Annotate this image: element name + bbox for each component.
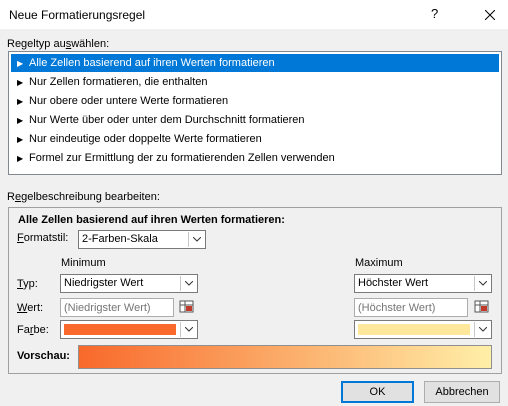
max-value-field[interactable] — [354, 298, 468, 317]
max-type-value: Höchster Wert — [358, 277, 429, 289]
triangle-right-icon: ▶ — [17, 154, 24, 163]
description-section-label: Regelbeschreibung bearbeiten: — [7, 191, 160, 203]
chevron-down-icon — [479, 327, 487, 332]
dropdown-arrow[interactable] — [474, 322, 490, 337]
ruletype-list[interactable]: ▶ Alle Zellen basierend auf ihren Werten … — [8, 51, 502, 175]
dropdown-arrow[interactable] — [180, 276, 196, 291]
ruletype-item[interactable]: ▶ Formel zur Ermittlung der zu formatiere… — [11, 149, 499, 167]
format-style-value: 2-Farben-Skala — [82, 233, 158, 245]
max-range-picker-button[interactable] — [473, 298, 491, 317]
min-type-value: Niedrigster Wert — [64, 277, 144, 289]
title-bar: Neue Formatierungsregel ? — [0, 0, 508, 30]
max-color-dropdown[interactable] — [354, 320, 492, 339]
range-picker-icon — [474, 300, 489, 313]
min-range-picker-button[interactable] — [178, 298, 196, 317]
dropdown-arrow[interactable] — [474, 276, 490, 291]
min-color-swatch — [64, 324, 176, 335]
format-style-label: Formatstil: — [17, 232, 69, 244]
type-label: Typ: — [17, 278, 38, 290]
min-color-dropdown[interactable] — [60, 320, 198, 339]
ok-button[interactable]: OK — [341, 381, 414, 403]
help-button[interactable]: ? — [431, 6, 438, 21]
rule-description-panel: Alle Zellen basierend auf ihren Werten f… — [8, 207, 502, 374]
new-formatting-rule-dialog: Neue Formatierungsregel ? Regeltyp auswä… — [0, 0, 508, 406]
maximum-header: Maximum — [355, 257, 403, 269]
ruletype-item[interactable]: ▶ Nur Zellen formatieren, die enthalten — [11, 73, 499, 91]
min-value-field[interactable] — [60, 298, 174, 317]
max-type-dropdown[interactable]: Höchster Wert — [354, 274, 492, 293]
ruletype-item[interactable]: ▶ Nur Werte über oder unter dem Durchschn… — [11, 111, 499, 129]
max-color-swatch — [358, 324, 470, 335]
window-title: Neue Formatierungsregel — [9, 8, 146, 22]
preview-gradient — [78, 345, 492, 369]
format-style-dropdown[interactable]: 2-Farben-Skala — [78, 230, 206, 249]
close-button[interactable] — [478, 4, 502, 26]
min-value-input[interactable] — [61, 299, 173, 316]
close-icon — [485, 10, 495, 20]
chevron-down-icon — [193, 237, 201, 242]
dropdown-arrow[interactable] — [188, 232, 204, 247]
chevron-down-icon — [479, 281, 487, 286]
chevron-down-icon — [185, 327, 193, 332]
minimum-header: Minimum — [61, 257, 106, 269]
ruletype-item[interactable]: ▶ Alle Zellen basierend auf ihren Werten … — [11, 54, 499, 72]
ruletype-item[interactable]: ▶ Nur eindeutige oder doppelte Werte form… — [11, 130, 499, 148]
triangle-right-icon: ▶ — [17, 116, 24, 125]
chevron-down-icon — [185, 281, 193, 286]
color-label: Farbe: — [17, 324, 49, 336]
triangle-right-icon: ▶ — [17, 78, 24, 87]
triangle-right-icon: ▶ — [17, 97, 24, 106]
preview-label: Vorschau: — [17, 350, 70, 362]
min-type-dropdown[interactable]: Niedrigster Wert — [60, 274, 198, 293]
cancel-button[interactable]: Abbrechen — [424, 381, 500, 403]
range-picker-icon — [179, 300, 194, 313]
triangle-right-icon: ▶ — [17, 59, 24, 68]
dropdown-arrow[interactable] — [180, 322, 196, 337]
description-title: Alle Zellen basierend auf ihren Werten f… — [18, 214, 285, 226]
value-label: Wert: — [17, 302, 44, 314]
ruletype-section-label: Regeltyp auswählen: — [7, 38, 110, 50]
ruletype-item[interactable]: ▶ Nur obere oder untere Werte formatieren — [11, 92, 499, 110]
max-value-input[interactable] — [355, 299, 467, 316]
triangle-right-icon: ▶ — [17, 135, 24, 144]
